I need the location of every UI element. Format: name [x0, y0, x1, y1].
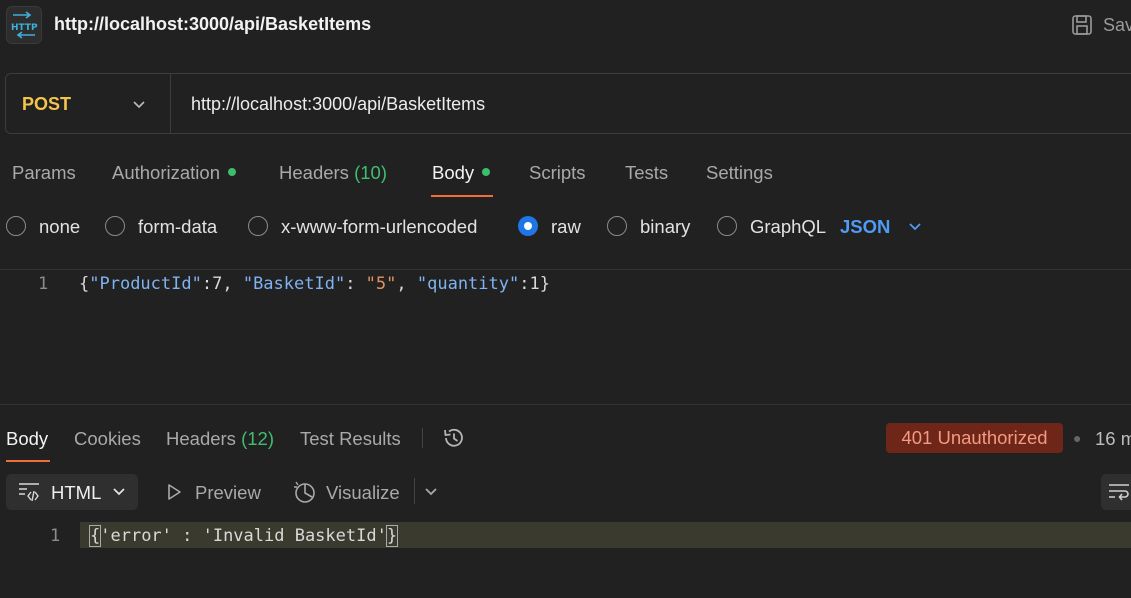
code-token: {: [79, 274, 90, 294]
save-button[interactable]: Sav: [1071, 14, 1131, 36]
radio-graphql[interactable]: [717, 216, 737, 236]
code-token: :: [345, 274, 366, 294]
radio-binary[interactable]: [607, 216, 627, 236]
response-time: 16 m: [1095, 428, 1131, 449]
radio-form-data[interactable]: [105, 216, 125, 236]
radio-label-urlencoded: x-www-form-urlencoded: [281, 216, 478, 237]
tab-params[interactable]: Params: [12, 162, 76, 184]
radio-raw[interactable]: [518, 216, 538, 236]
status-dot: [227, 168, 236, 176]
radio-label-graphql: GraphQL: [750, 216, 827, 237]
radio-label-raw: raw: [551, 216, 581, 237]
request-body-editor[interactable]: {"ProductId":7, "BasketId": "5", "quanti…: [79, 274, 550, 294]
code-bracket: {: [88, 525, 102, 547]
tab-label: Scripts: [529, 162, 586, 183]
visualize-button[interactable]: Visualize: [326, 482, 400, 504]
url-bar: [5, 73, 1131, 134]
code-key: "BasketId": [242, 274, 346, 294]
wrap-lines-button[interactable]: [1101, 474, 1131, 510]
play-icon[interactable]: [164, 482, 184, 502]
history-icon[interactable]: [441, 426, 467, 450]
line-number: 1: [50, 526, 61, 546]
tab-scripts[interactable]: Scripts: [529, 162, 586, 184]
tab-settings[interactable]: Settings: [706, 162, 773, 184]
divider: [422, 428, 423, 448]
tab-label: Settings: [706, 162, 773, 183]
divider: [0, 269, 1131, 270]
code-format-icon: [19, 483, 39, 502]
preview-button[interactable]: Preview: [195, 482, 261, 504]
response-tab-body[interactable]: Body: [6, 428, 48, 450]
save-label: Sav: [1103, 14, 1131, 35]
code-token: }: [539, 274, 550, 294]
http-icon: HTTP: [6, 6, 42, 44]
tab-tests[interactable]: Tests: [625, 162, 668, 184]
url-divider: [170, 74, 171, 133]
separator-dot: ●: [1073, 430, 1082, 446]
radio-label-none: none: [39, 216, 81, 237]
tab-label: Body: [432, 162, 475, 183]
response-tab-headers[interactable]: Headers (12): [166, 428, 274, 450]
tab-label: Test Results: [300, 428, 401, 449]
radio-urlencoded[interactable]: [248, 216, 268, 236]
headers-count: (12): [241, 428, 274, 449]
code-number: 7: [212, 274, 223, 294]
tab-label: Headers: [166, 428, 236, 449]
radio-none[interactable]: [6, 216, 26, 236]
wrap-icon: [1109, 484, 1129, 501]
code-token: ,: [396, 274, 417, 294]
code-number: 1: [529, 274, 540, 294]
line-number: 1: [38, 274, 49, 294]
url-input[interactable]: http://localhost:3000/api/BasketItems: [191, 94, 485, 115]
tab-headers[interactable]: Headers (10): [279, 162, 387, 184]
radio-label-binary: binary: [640, 216, 691, 237]
tab-authorization[interactable]: Authorization: [112, 162, 236, 184]
code-key: "quantity": [416, 274, 520, 294]
tab-label: Tests: [625, 162, 669, 183]
body-format-select[interactable]: JSON: [840, 216, 890, 238]
status-badge: 401 Unauthorized: [886, 423, 1063, 453]
tab-label: Cookies: [74, 428, 141, 449]
chevron-down-icon[interactable]: [131, 97, 147, 113]
tab-label: Body: [6, 428, 49, 449]
chevron-down-icon[interactable]: [423, 485, 439, 499]
code-key: "ProductId": [89, 274, 202, 294]
radio-label-form-data: form-data: [138, 216, 218, 237]
response-tab-cookies[interactable]: Cookies: [74, 428, 141, 450]
tab-label: Params: [12, 162, 76, 183]
response-tab-test-results[interactable]: Test Results: [300, 428, 401, 450]
chevron-down-icon: [113, 488, 125, 496]
divider: [0, 404, 1131, 405]
code-token: :: [519, 274, 530, 294]
visualize-icon[interactable]: [292, 479, 318, 505]
code-string: "5": [365, 274, 397, 294]
response-format-label: HTML: [51, 482, 102, 503]
tab-label: Authorization: [112, 162, 220, 183]
code-token: ,: [222, 274, 243, 294]
method-select[interactable]: POST: [22, 94, 71, 115]
save-icon: [1072, 15, 1092, 35]
svg-text:HTTP: HTTP: [11, 23, 38, 33]
code-bracket: }: [385, 525, 399, 547]
code-token: :: [201, 274, 213, 294]
status-dot: [482, 168, 491, 176]
tab-label: Headers: [279, 162, 349, 183]
response-body[interactable]: {'error' : 'Invalid BasketId'}: [88, 525, 399, 547]
divider: [414, 478, 415, 504]
request-title: http://localhost:3000/api/BasketItems: [54, 14, 372, 34]
response-text: 'error' : 'Invalid BasketId': [100, 526, 387, 546]
chevron-down-icon[interactable]: [907, 219, 923, 235]
headers-count: (10): [354, 162, 387, 183]
active-tab-underline: [431, 195, 493, 197]
active-tab-underline: [6, 460, 50, 462]
tab-body[interactable]: Body: [432, 162, 491, 184]
